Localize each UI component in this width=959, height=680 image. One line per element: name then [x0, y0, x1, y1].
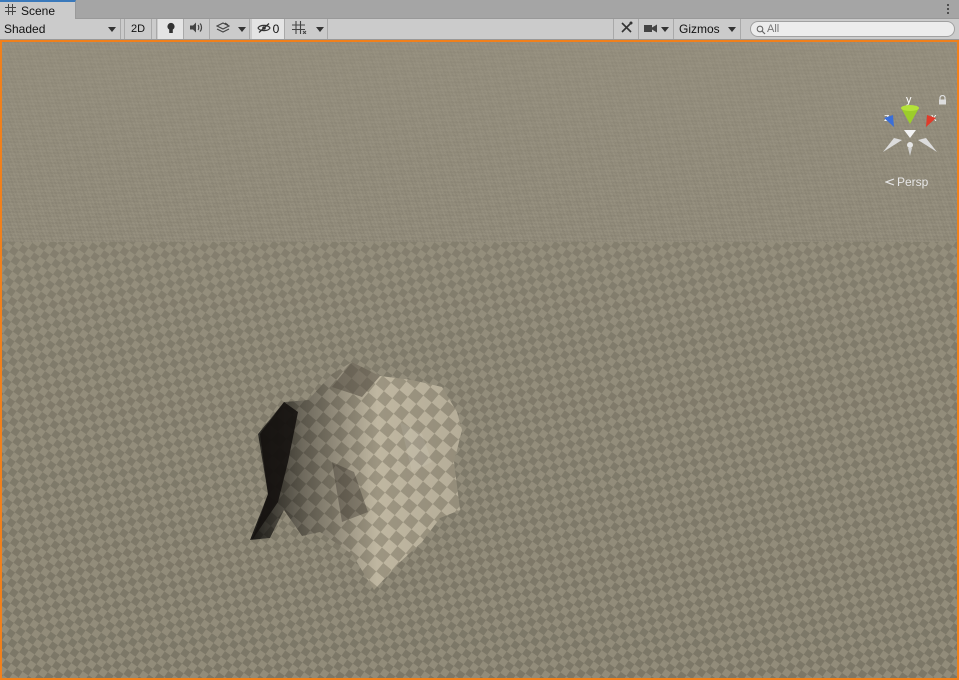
axis-neg-y-cone[interactable] — [908, 148, 912, 156]
more-options-icon[interactable] — [943, 2, 953, 16]
scene-render — [2, 42, 957, 678]
effects-dropdown[interactable] — [235, 19, 250, 39]
draw-mode-label: Shaded — [4, 22, 46, 36]
draw-mode-dropdown[interactable]: Shaded — [0, 19, 121, 39]
chevron-down-icon — [108, 27, 116, 32]
hidden-eye-icon — [256, 22, 271, 36]
orientation-gizmo[interactable]: y z x — [878, 90, 942, 162]
hidden-count: 0 — [272, 22, 280, 36]
projection-toggle[interactable]: Persp — [884, 175, 929, 189]
tools-icon — [620, 21, 633, 37]
grid-toggle[interactable] — [286, 19, 312, 39]
toggle-2d-button[interactable]: 2D — [125, 19, 152, 39]
search-field[interactable] — [750, 21, 955, 37]
gizmos-dropdown[interactable] — [724, 19, 741, 39]
gizmos-button[interactable]: Gizmos — [675, 19, 723, 39]
audio-toggle[interactable] — [184, 19, 210, 39]
search-icon — [756, 24, 766, 38]
gizmos-label: Gizmos — [679, 22, 720, 36]
grid-icon — [5, 3, 16, 18]
grid-dropdown[interactable] — [312, 19, 328, 39]
chevron-down-icon — [315, 26, 324, 32]
tools-toggle[interactable] — [614, 19, 639, 39]
axis-y-label: y — [906, 94, 912, 106]
layers-icon — [215, 21, 230, 37]
chevron-down-icon — [728, 26, 736, 32]
camera-icon — [644, 22, 657, 36]
tab-label: Scene — [21, 3, 56, 18]
camera-settings-dropdown[interactable] — [640, 19, 674, 39]
axis-neg-z-cone[interactable] — [883, 138, 902, 152]
lightbulb-icon — [166, 22, 176, 37]
speaker-icon — [190, 22, 203, 36]
lighting-toggle[interactable] — [158, 19, 184, 39]
perspective-icon — [884, 175, 895, 189]
projection-label: Persp — [897, 175, 929, 189]
scene-toolbar: Shaded 2D 0 Gizmos All — [0, 19, 959, 40]
tab-scene[interactable]: Scene — [0, 0, 76, 19]
axis-neg-x-cone[interactable] — [918, 138, 937, 152]
lock-icon[interactable] — [938, 94, 947, 108]
scene-visibility-toggle[interactable]: 0 — [252, 19, 285, 39]
tab-bar: Scene — [0, 0, 959, 19]
toggle-2d-label: 2D — [130, 23, 146, 35]
scene-viewport[interactable]: y z x Persp — [0, 40, 959, 680]
chevron-down-icon — [661, 26, 669, 32]
search-input[interactable] — [767, 23, 954, 35]
grid-snap-icon — [291, 21, 307, 37]
chevron-down-icon — [238, 26, 246, 32]
effects-toggle[interactable] — [210, 19, 235, 39]
